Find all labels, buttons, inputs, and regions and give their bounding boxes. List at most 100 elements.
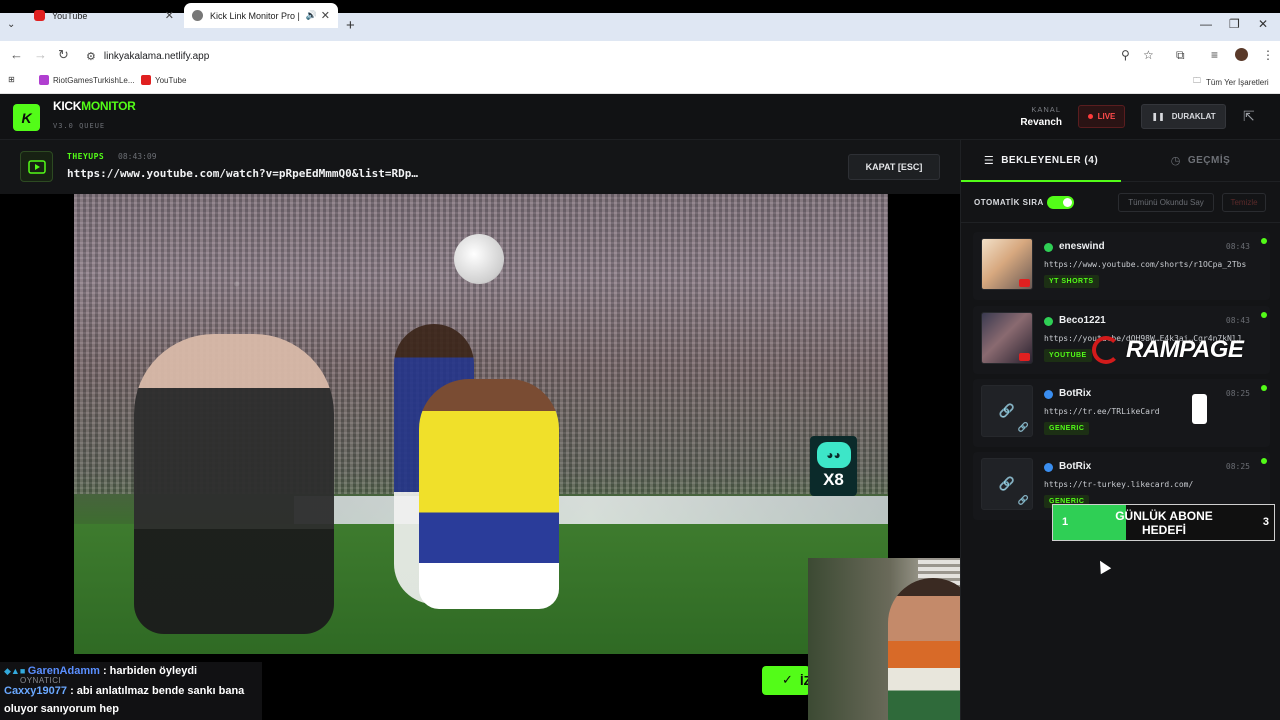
popout-icon[interactable]: ⇱ xyxy=(1243,108,1255,125)
bookmark-youtube[interactable]: YouTube xyxy=(141,75,186,85)
pause-label: DURAKLAT xyxy=(1171,112,1216,121)
apps-grid-icon[interactable]: ⊞ xyxy=(8,75,15,84)
youtube-badge-icon xyxy=(1019,279,1030,287)
back-icon[interactable]: ← xyxy=(10,47,23,62)
queue-item[interactable]: 🔗 🔗 BotRix 08:25 https://tr.ee/TRLikeCard GEN… xyxy=(973,379,1270,447)
extensions-icon[interactable]: ⧉ xyxy=(1176,48,1185,63)
tab-kick-link-monitor[interactable]: Kick Link Monitor Pro | Strea 🔊 ✕ xyxy=(184,3,338,28)
queue-url[interactable]: https://tr-turkey.likecard.com/ xyxy=(1044,480,1264,489)
toggle-knob xyxy=(1063,198,1072,207)
new-tab-icon[interactable]: + xyxy=(346,17,355,34)
link-icon: 🔗 xyxy=(998,476,1016,491)
online-indicator xyxy=(1261,238,1267,244)
live-button[interactable]: LIVE xyxy=(1078,105,1125,128)
queue-tag: YOUTUBE xyxy=(1044,349,1092,362)
close-video-button[interactable]: KAPAT [ESC] xyxy=(848,154,940,180)
tab-history[interactable]: ◷ GEÇMİŞ xyxy=(1121,140,1280,182)
queue-user: BotRix xyxy=(1059,461,1092,472)
goal-current: 1 xyxy=(1062,516,1069,528)
maximize-icon[interactable]: ❐ xyxy=(1229,17,1240,31)
goalkeeper-figure xyxy=(134,334,334,634)
window-close-icon[interactable]: ✕ xyxy=(1258,17,1268,31)
play-video-icon xyxy=(20,151,53,182)
tab-title: YouTube xyxy=(52,10,88,21)
queue-user: eneswind xyxy=(1059,241,1105,252)
clear-button[interactable]: Temizle xyxy=(1222,193,1266,212)
queue-time: 08:25 xyxy=(1225,389,1250,398)
youtube-badge-icon xyxy=(1019,353,1030,361)
video-player[interactable] xyxy=(74,194,888,654)
watch-button[interactable]: ✓ İZ xyxy=(762,666,812,695)
auto-queue-label: OTOMATİK SIRA xyxy=(974,198,1044,207)
online-indicator xyxy=(1261,458,1267,464)
user-status-dot xyxy=(1044,317,1053,326)
player-label: OYNATICI xyxy=(20,676,62,685)
now-playing-url[interactable]: https://www.youtube.com/watch?v=pRpeEdMm… xyxy=(67,167,447,180)
app-version: V3.0 QUEUE xyxy=(53,122,106,130)
chat-text: : harbiden öyleydi xyxy=(99,665,198,677)
reload-icon[interactable]: ↻ xyxy=(58,47,69,63)
bookmark-label: RiotGamesTurkishLe... xyxy=(53,75,135,85)
twitch-icon xyxy=(39,75,49,85)
kick-logo-icon: K xyxy=(13,104,40,131)
pause-icon: ❚❚ xyxy=(1151,112,1165,121)
menu-kebab-icon[interactable]: ⋮ xyxy=(1262,48,1274,62)
queue-user: BotRix xyxy=(1059,388,1092,399)
rampage-text: RAMPAGE xyxy=(1126,336,1244,363)
check-circle-icon: ✓ xyxy=(782,672,793,687)
rampage-ring-icon xyxy=(1092,336,1120,364)
emote-face-icon: ◕◕ xyxy=(816,442,851,468)
queue-url[interactable]: https://tr.ee/TRLikeCard xyxy=(1044,407,1264,416)
online-indicator xyxy=(1261,312,1267,318)
bookmark-riotgames[interactable]: RiotGamesTurkishLe... xyxy=(39,75,135,85)
tab-waiting-label: BEKLEYENLER (4) xyxy=(1001,154,1099,166)
user-status-dot xyxy=(1044,243,1053,252)
auto-queue-toggle[interactable] xyxy=(1047,196,1074,209)
bookmark-star-icon[interactable]: ☆ xyxy=(1143,48,1154,62)
queue-item[interactable]: eneswind 08:43 https://www.youtube.com/sho… xyxy=(973,232,1270,300)
clock-icon: ◷ xyxy=(1170,155,1181,167)
folder-icon: 🗀 xyxy=(1193,76,1201,85)
football xyxy=(454,234,504,284)
queue-thumbnail: 🔗 🔗 xyxy=(981,458,1033,510)
close-tab-icon[interactable]: ✕ xyxy=(165,9,174,22)
tab-search-dropdown-icon[interactable]: ⌄ xyxy=(7,19,15,30)
all-bookmarks[interactable]: 🗀 Tüm Yer İşaretleri xyxy=(1193,75,1269,89)
youtube-favicon-icon xyxy=(34,10,45,21)
profile-avatar[interactable] xyxy=(1235,48,1248,61)
sub-goal-widget: 1 GÜNLÜK ABONE HEDEFİ 3 xyxy=(1052,504,1275,541)
tab-waiting[interactable]: ☰ BEKLEYENLER (4) xyxy=(961,140,1121,182)
omnibox[interactable]: ⚙ linkyakalama.netlify.app xyxy=(80,45,1170,67)
queue-tag: GENERIC xyxy=(1044,422,1090,435)
queue-time: 08:43 xyxy=(1225,316,1250,325)
overlay-white-bar xyxy=(1192,394,1207,424)
speaker-icon[interactable]: 🔊 xyxy=(306,10,317,21)
goal-target: 3 xyxy=(1262,516,1269,528)
close-tab-icon[interactable]: ✕ xyxy=(321,9,330,22)
stream-chat-overlay: ◆▲■ GarenAdamm : harbiden öyleydi Caxxy1… xyxy=(0,662,262,720)
chat-message: oluyor sanıyorum hep xyxy=(4,703,119,715)
striker-figure xyxy=(419,379,559,609)
channel-label: KANAL xyxy=(1031,105,1061,114)
queue-thumbnail xyxy=(981,238,1033,290)
url-text: linkyakalama.netlify.app xyxy=(103,50,210,62)
mark-all-read-button[interactable]: Tümünü Okundu Say xyxy=(1118,193,1214,212)
live-dot-icon xyxy=(1087,114,1093,119)
advertising-board xyxy=(294,496,888,526)
queue-time: 08:43 xyxy=(1225,242,1250,251)
youtube-icon xyxy=(141,75,151,85)
zoom-icon[interactable]: ⚲ xyxy=(1121,48,1130,62)
site-info-icon[interactable]: ⚙ xyxy=(86,50,96,63)
queue-tag: YT SHORTS xyxy=(1044,275,1099,288)
tab-youtube[interactable]: YouTube ✕ xyxy=(26,3,182,28)
forward-icon[interactable]: → xyxy=(34,47,47,62)
media-controls-icon[interactable]: ≡ xyxy=(1211,48,1218,62)
queue-thumbnail: 🔗 🔗 xyxy=(981,385,1033,437)
queue-user: Beco1221 xyxy=(1059,315,1106,326)
pause-button[interactable]: ❚❚ DURAKLAT xyxy=(1141,104,1226,129)
chat-user: Caxxy19077 xyxy=(4,685,68,697)
queue-url[interactable]: https://www.youtube.com/shorts/r1OCpa_2T… xyxy=(1044,260,1264,269)
bookmarks-bar: ⊞ RiotGamesTurkishLe... YouTube 🗀 Tüm Ye… xyxy=(0,71,1280,94)
minimize-icon[interactable]: — xyxy=(1200,17,1212,31)
user-status-dot xyxy=(1044,463,1053,472)
